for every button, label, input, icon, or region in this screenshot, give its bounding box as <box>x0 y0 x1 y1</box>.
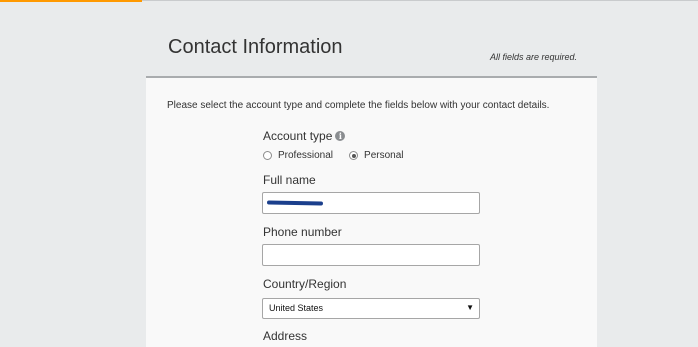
radio-professional-circle[interactable] <box>263 151 272 160</box>
form-instructions: Please select the account type and compl… <box>167 100 550 111</box>
country-region-select[interactable]: United States ▼ <box>262 298 480 319</box>
full-name-label: Full name <box>263 173 316 187</box>
country-region-label: Country/Region <box>263 277 347 291</box>
account-type-radio-group: Professional Personal <box>263 150 420 161</box>
account-type-label-text: Account type <box>263 129 333 143</box>
info-icon[interactable]: i <box>335 131 346 141</box>
required-fields-note: All fields are required. <box>490 52 578 62</box>
radio-personal-circle[interactable] <box>349 151 359 160</box>
contact-form-panel: Please select the account type and compl… <box>146 76 597 347</box>
country-region-selected-value: United States <box>269 303 324 313</box>
radio-personal-label: Personal <box>364 150 404 161</box>
phone-number-field[interactable] <box>262 244 480 266</box>
radio-personal[interactable]: Personal <box>349 150 404 161</box>
page-title: Contact Information <box>168 36 343 58</box>
chevron-down-icon[interactable]: ▼ <box>466 303 474 312</box>
redaction-mark <box>266 200 324 206</box>
phone-number-label: Phone number <box>263 225 342 239</box>
account-type-label: Account type i <box>263 129 346 143</box>
page-header: Contact Information All fields are requi… <box>146 2 597 76</box>
full-name-field[interactable] <box>262 192 480 214</box>
top-accent-bar <box>0 0 142 2</box>
radio-professional[interactable]: Professional <box>263 150 333 161</box>
address-label: Address <box>263 329 308 343</box>
radio-professional-label: Professional <box>278 150 334 161</box>
